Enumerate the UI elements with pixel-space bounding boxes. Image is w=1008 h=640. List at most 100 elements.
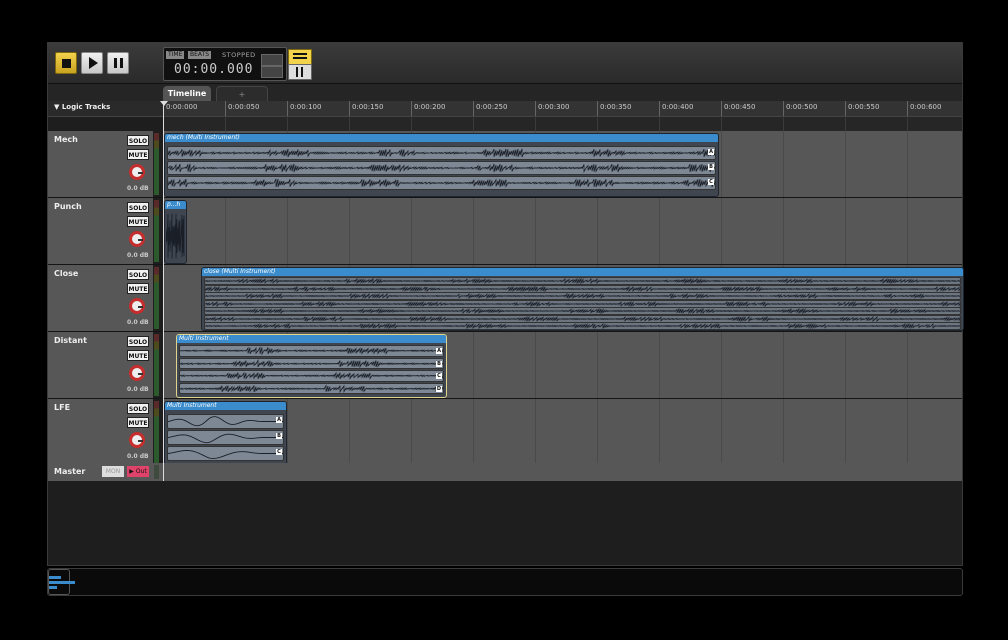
grid-line xyxy=(907,117,908,131)
clip-channel[interactable] xyxy=(204,307,961,315)
clip-channel[interactable]: C xyxy=(167,176,716,190)
ruler-tick: 0:00:500 xyxy=(783,101,817,116)
add-tab-button[interactable]: + xyxy=(216,86,268,102)
track-header[interactable]: Punch SOLO MUTE 0.0 dB xyxy=(48,198,153,264)
play-button[interactable] xyxy=(81,52,103,74)
clip-channel[interactable]: B xyxy=(167,161,716,175)
clip-channel[interactable]: B xyxy=(179,357,444,369)
ruler-tick: 0:00:200 xyxy=(411,101,445,116)
track-name: Mech xyxy=(54,135,78,144)
volume-knob[interactable] xyxy=(129,298,145,314)
grid-line xyxy=(721,399,722,465)
track-punch: Punch SOLO MUTE 0.0 dB p...h xyxy=(48,198,962,265)
audio-clip[interactable]: Multi Instrument A B C D xyxy=(176,334,447,398)
track-lane[interactable]: p...h xyxy=(163,198,962,264)
playhead-marker[interactable] xyxy=(160,101,168,106)
waveform xyxy=(180,346,443,356)
clip-channel[interactable]: A xyxy=(167,414,284,429)
pause-button[interactable] xyxy=(107,52,129,74)
transport-status: STOPPED xyxy=(222,51,256,59)
grid-line xyxy=(845,117,846,131)
clip-channel[interactable]: A xyxy=(179,345,444,357)
level-meter xyxy=(154,334,159,396)
mute-button[interactable]: MUTE xyxy=(127,216,149,227)
volume-knob[interactable] xyxy=(129,432,145,448)
audio-clip[interactable]: p...h xyxy=(164,200,187,264)
mute-button[interactable]: MUTE xyxy=(127,283,149,294)
grid-line xyxy=(907,198,908,264)
channel-label: B xyxy=(708,164,714,170)
track-lane[interactable]: Multi Instrument A B C D xyxy=(163,332,962,398)
beats-mode-tag[interactable]: BEATS xyxy=(188,51,212,59)
clip-channel[interactable] xyxy=(204,292,961,300)
waveform xyxy=(205,315,960,322)
playhead[interactable] xyxy=(163,101,164,481)
waveform xyxy=(205,285,960,292)
mute-button[interactable]: MUTE xyxy=(127,149,149,160)
ruler-tick: 0:00:600 xyxy=(907,101,941,116)
ruler-tick-label: 0:00:100 xyxy=(290,103,322,111)
logic-tracks-label[interactable]: ▼ Logic Tracks xyxy=(54,103,110,111)
grid-line xyxy=(411,399,412,465)
loop-toggle[interactable] xyxy=(261,54,283,66)
track-header[interactable]: Close SOLO MUTE 0.0 dB xyxy=(48,265,153,331)
channel-label: B xyxy=(276,433,282,439)
audio-clip[interactable]: Multi Instrument A B C xyxy=(164,401,287,465)
track-header[interactable]: Mech SOLO MUTE 0.0 dB xyxy=(48,131,153,197)
overview-thumb[interactable] xyxy=(48,569,75,595)
volume-knob[interactable] xyxy=(129,164,145,180)
grid-line xyxy=(659,117,660,131)
tab-timeline[interactable]: Timeline xyxy=(163,86,211,101)
mute-button[interactable]: MUTE xyxy=(127,417,149,428)
solo-button[interactable]: SOLO xyxy=(127,269,149,280)
clip-channel[interactable]: A xyxy=(167,146,716,160)
master-lane[interactable] xyxy=(163,463,962,481)
grid-line xyxy=(225,117,226,131)
solo-button[interactable]: SOLO xyxy=(127,202,149,213)
solo-button[interactable]: SOLO xyxy=(127,336,149,347)
grid-line xyxy=(349,198,350,264)
output-button[interactable]: ▶ Out xyxy=(127,466,149,477)
clip-channel[interactable]: D xyxy=(179,382,444,394)
track-header[interactable]: LFE SOLO MUTE 0.0 dB xyxy=(48,399,153,465)
stop-button[interactable] xyxy=(55,52,77,74)
snap-toggle[interactable] xyxy=(261,66,283,78)
marker-lane[interactable] xyxy=(163,117,962,131)
waveform xyxy=(180,383,443,393)
clip-channel[interactable] xyxy=(204,322,961,330)
monitor-button[interactable]: MON xyxy=(102,466,124,477)
audio-clip[interactable]: close (Multi Instrument) xyxy=(201,267,964,331)
solo-button[interactable]: SOLO xyxy=(127,403,149,414)
time-mode-tag[interactable]: TIME xyxy=(166,51,185,59)
grid-line xyxy=(473,198,474,264)
grid-line xyxy=(473,117,474,131)
clip-channel[interactable]: B xyxy=(167,430,284,445)
track-lane[interactable]: close (Multi Instrument) xyxy=(163,265,964,331)
grid-line xyxy=(287,117,288,131)
time-scale[interactable]: 0:00:000 0:00:050 0:00:100 0:00:150 0:00:200… xyxy=(163,101,962,116)
clip-title: Multi Instrument xyxy=(165,402,286,410)
pause-record-button[interactable] xyxy=(288,64,312,80)
track-header[interactable]: Distant SOLO MUTE 0.0 dB xyxy=(48,332,153,398)
grid-line xyxy=(597,117,598,131)
track-lane[interactable]: Multi Instrument A B C xyxy=(163,399,962,465)
channel-label: D xyxy=(436,385,442,392)
clip-channel[interactable]: C xyxy=(167,446,284,461)
grid-line xyxy=(287,198,288,264)
clip-title: close (Multi Instrument) xyxy=(202,268,963,276)
mute-button[interactable]: MUTE xyxy=(127,350,149,361)
track-name: LFE xyxy=(54,403,71,412)
volume-readout: 0.0 dB xyxy=(127,319,149,326)
track-lane[interactable]: mech (Multi Instrument) A B C xyxy=(163,131,962,197)
volume-readout: 0.0 dB xyxy=(127,185,149,192)
solo-button[interactable]: SOLO xyxy=(127,135,149,146)
volume-knob[interactable] xyxy=(129,231,145,247)
overview-bar[interactable] xyxy=(47,568,963,596)
audio-clip[interactable]: mech (Multi Instrument) A B C xyxy=(164,133,719,197)
volume-knob[interactable] xyxy=(129,365,145,381)
grid-line xyxy=(535,117,536,131)
list-view-button[interactable] xyxy=(288,49,312,65)
clip-channel[interactable] xyxy=(204,277,961,285)
clip-channel[interactable]: C xyxy=(179,370,444,382)
ruler-tick: 0:00:050 xyxy=(225,101,259,116)
